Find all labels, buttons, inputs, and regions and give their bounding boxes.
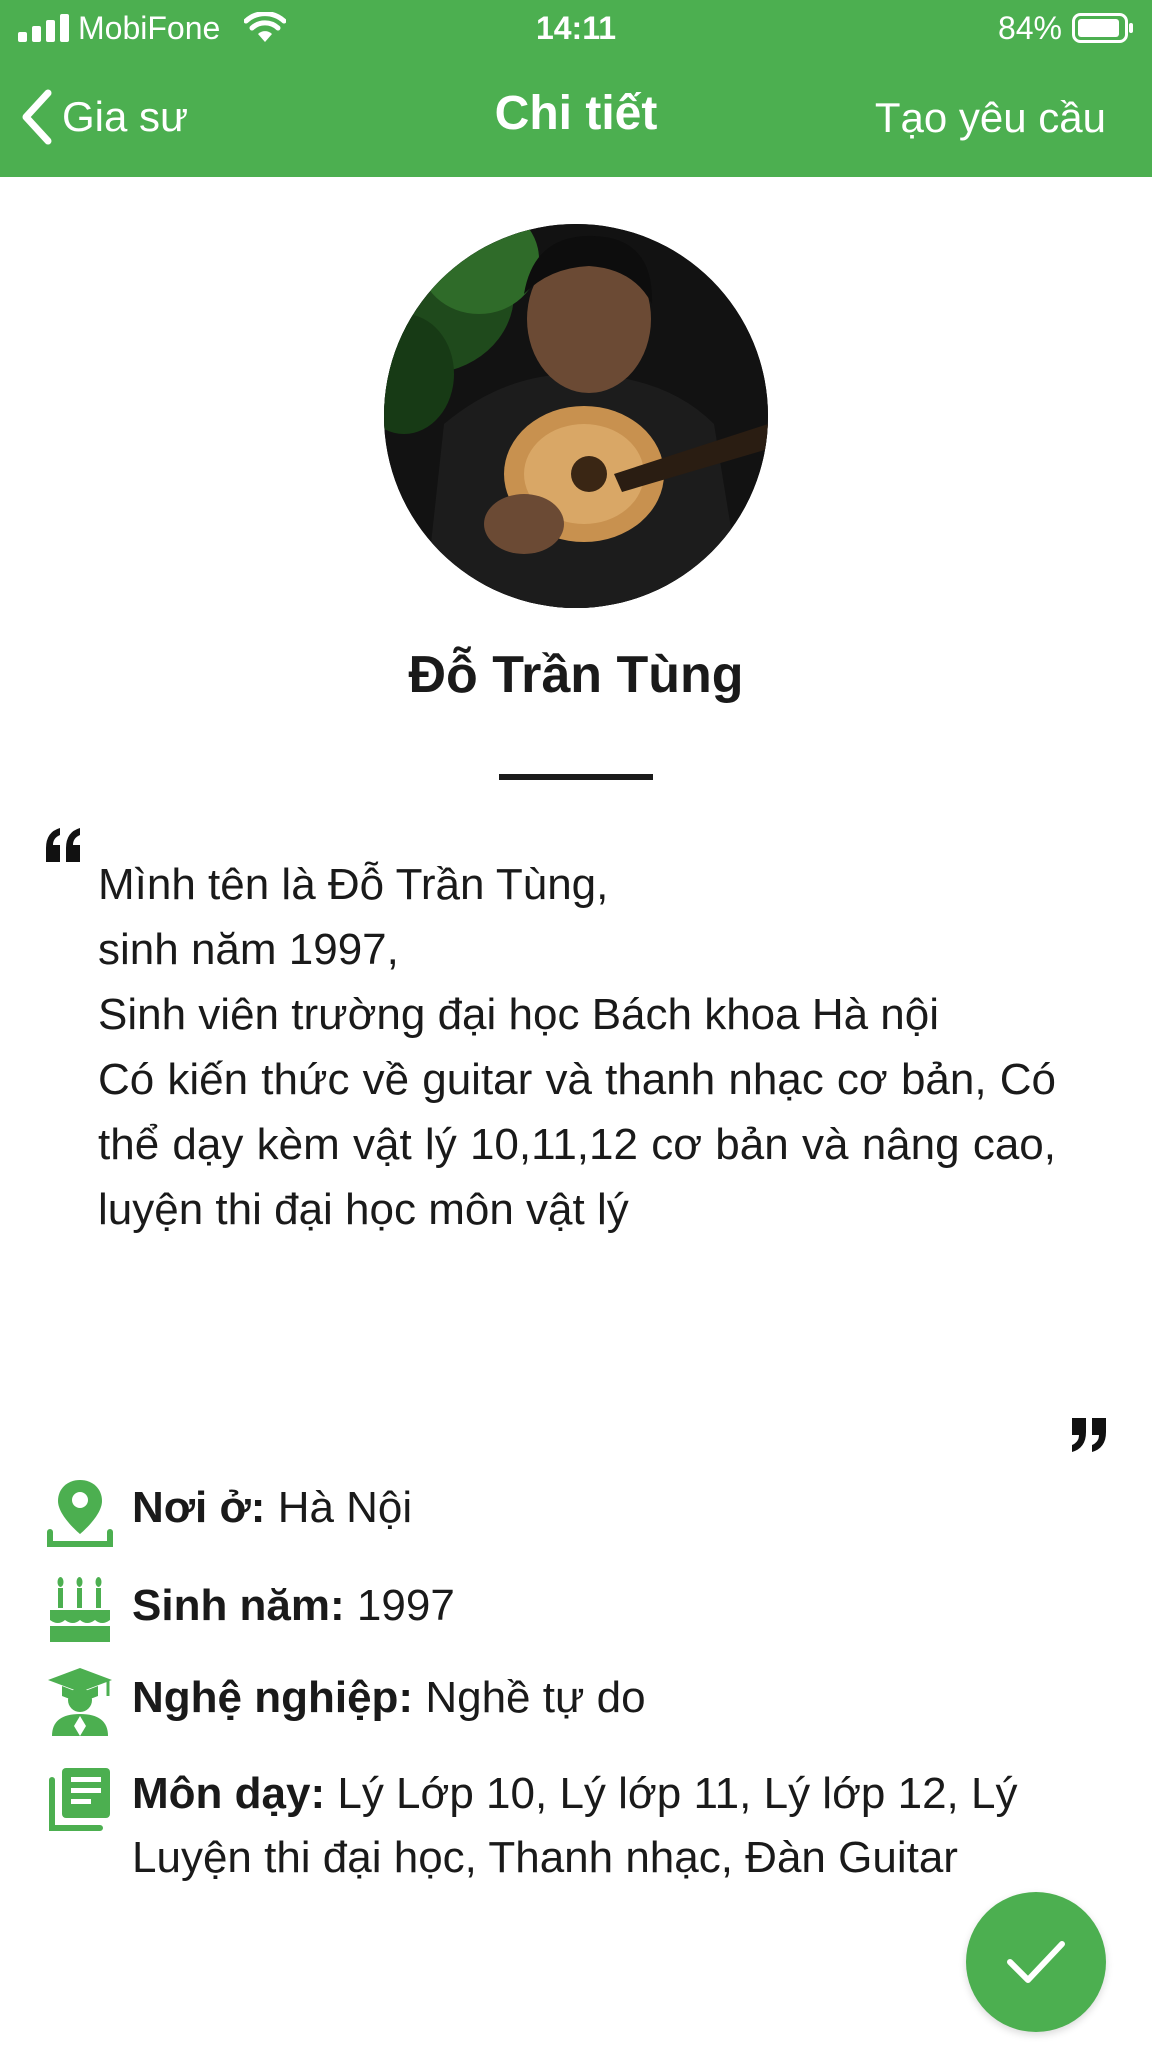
occupation-value: Nghề tự do bbox=[425, 1673, 646, 1722]
birth-year-label: Sinh năm: bbox=[132, 1581, 345, 1630]
tutor-bio: Mình tên là Đỗ Trần Tùng, sinh năm 1997,… bbox=[98, 852, 1056, 1242]
chevron-left-icon bbox=[22, 89, 52, 145]
book-list-icon bbox=[49, 1768, 110, 1831]
info-subjects: Môn dạy: Lý Lớp 10, Lý lớp 11, Lý lớp 12… bbox=[44, 1762, 1124, 1892]
bio-line: sinh năm 1997, bbox=[98, 925, 399, 974]
tutor-name: Đỗ Trần Tùng bbox=[408, 646, 744, 704]
birthday-cake-icon bbox=[50, 1577, 110, 1642]
battery-percent: 84% bbox=[997, 10, 1062, 46]
bio-paragraph: Có kiến thức về guitar và thanh nhạc cơ … bbox=[98, 1055, 1056, 1234]
avatar-photo bbox=[384, 224, 768, 608]
occupation-label: Nghệ nghiệp: bbox=[132, 1673, 414, 1722]
bio-line: Mình tên là Đỗ Trần Tùng, bbox=[98, 860, 609, 909]
quote-close-icon bbox=[1072, 1418, 1106, 1452]
residence-label: Nơi ở: bbox=[132, 1483, 266, 1532]
residence-value: Hà Nội bbox=[277, 1483, 413, 1532]
location-pin-icon bbox=[47, 1480, 113, 1547]
bio-line: Sinh viên trường đại học Bách khoa Hà nộ… bbox=[98, 990, 940, 1039]
residence-text: Nơi ở: Hà Nội bbox=[132, 1476, 1122, 1540]
info-occupation: Nghệ nghiệp: Nghề tự do bbox=[44, 1666, 1124, 1738]
checkmark-icon bbox=[1007, 1941, 1065, 1983]
app-header: MobiFone 14:11 84% Gia sư Chi tiết Tạo y… bbox=[0, 0, 1152, 177]
info-residence: Nơi ở: Hà Nội bbox=[44, 1476, 1124, 1548]
status-bar: MobiFone 14:11 84% bbox=[0, 0, 1152, 58]
status-time: 14:11 bbox=[535, 10, 617, 46]
tutor-detail-screen: MobiFone 14:11 84% Gia sư Chi tiết Tạo y… bbox=[0, 0, 1152, 2048]
subjects-text: Môn dạy: Lý Lớp 10, Lý lớp 11, Lý lớp 12… bbox=[132, 1762, 1122, 1890]
confirm-button[interactable] bbox=[966, 1892, 1106, 2032]
navigation-bar: Gia sư Chi tiết Tạo yêu cầu bbox=[0, 72, 1152, 168]
name-divider bbox=[499, 774, 653, 780]
back-button-label: Gia sư bbox=[62, 93, 189, 140]
avatar bbox=[384, 224, 768, 608]
create-request-button[interactable]: Tạo yêu cầu bbox=[875, 94, 1106, 142]
back-button[interactable]: Gia sư bbox=[20, 82, 188, 152]
birth-year-value: 1997 bbox=[356, 1581, 455, 1630]
battery-icon bbox=[1072, 13, 1133, 43]
subjects-label: Môn dạy: bbox=[132, 1769, 326, 1818]
quote-open-icon bbox=[46, 828, 80, 862]
info-birth-year: Sinh năm: 1997 bbox=[44, 1574, 1124, 1646]
birth-year-text: Sinh năm: 1997 bbox=[132, 1574, 1122, 1638]
occupation-text: Nghệ nghiệp: Nghề tự do bbox=[132, 1666, 1122, 1730]
graduate-icon bbox=[48, 1668, 112, 1736]
